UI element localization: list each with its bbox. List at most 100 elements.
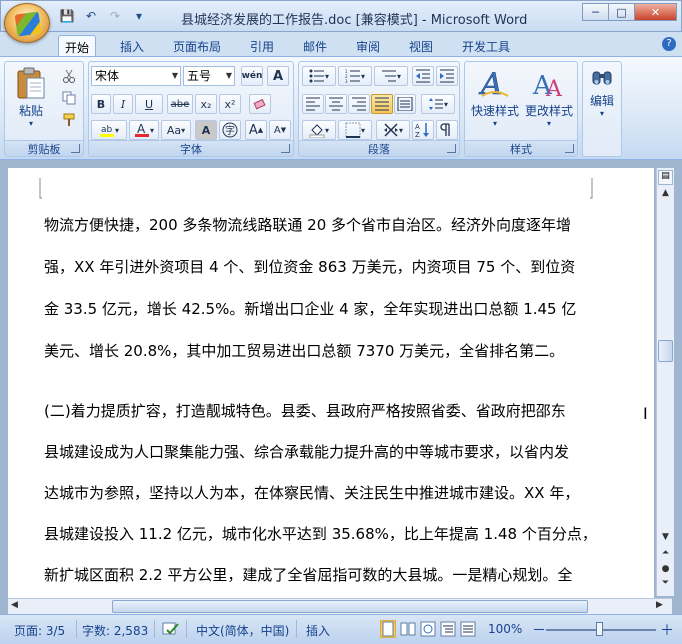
proofing-icon[interactable] <box>162 622 180 639</box>
maximize-button[interactable]: □ <box>608 3 635 21</box>
zoom-slider-thumb[interactable] <box>596 622 603 636</box>
clipboard-launcher-icon[interactable] <box>71 144 80 153</box>
highlight-icon: ab <box>99 125 114 137</box>
draft-view-icon[interactable] <box>460 620 476 641</box>
increase-indent-icon[interactable] <box>436 66 458 86</box>
clear-formatting-icon[interactable] <box>249 94 271 114</box>
char-shading-button[interactable]: A <box>195 120 217 140</box>
superscript-button[interactable]: x² <box>219 94 241 114</box>
shrink-font-button[interactable]: A ▼ <box>269 120 291 140</box>
font-color-button[interactable]: A ▾ <box>129 120 159 140</box>
grow-font-button[interactable]: A ▲ <box>245 120 267 140</box>
web-layout-icon[interactable] <box>420 620 436 641</box>
shading-button[interactable]: ▾ <box>302 120 336 140</box>
change-case-button[interactable]: Aa ▾ <box>161 120 191 140</box>
paste-button[interactable]: 粘贴 ▾ <box>11 66 51 128</box>
justify-icon[interactable] <box>371 94 393 114</box>
redo-icon[interactable]: ↷ <box>105 7 125 25</box>
paragraph-launcher-icon[interactable] <box>447 144 456 153</box>
show-marks-icon[interactable] <box>436 120 458 140</box>
change-styles-button[interactable]: A A 更改样式 ▾ <box>523 66 575 128</box>
underline-button[interactable]: U <box>135 94 163 114</box>
font-size-combo[interactable]: 五号 ▼ <box>183 66 235 86</box>
sort-icon[interactable]: AZ <box>412 120 434 140</box>
vertical-scrollbar[interactable]: ▤ ▲ ▼ ⏶ ● ⏷ <box>656 168 674 596</box>
doc-line: 物流方便快捷，200 多条物流线路联通 20 多个省市自治区。经济外向度逐年增 <box>44 216 572 234</box>
minimize-button[interactable]: ─ <box>582 3 609 21</box>
outline-view-icon[interactable] <box>440 620 456 641</box>
ribbon: 粘贴 ▾ 剪贴板 宋体▼ 五号▼ wén A B I U abe x₂ x² <box>0 56 682 160</box>
align-center-icon[interactable] <box>325 94 347 114</box>
decrease-indent-icon[interactable] <box>412 66 434 86</box>
strikethrough-button[interactable]: abe <box>167 94 193 114</box>
doc-line: 县城建设成为人口聚集能力强、综合承载能力提升高的中等城市要求，以省内发 <box>44 443 570 461</box>
office-button[interactable] <box>4 3 50 43</box>
doc-line: 金 33.5 亿元，增长 42.5%。新增出口企业 4 家，全年实现进出口总额 … <box>44 300 577 318</box>
italic-button[interactable]: I <box>113 94 133 114</box>
borders-button[interactable]: ▾ <box>338 120 372 140</box>
styles-group-label: 样式 <box>465 140 577 156</box>
language-indicator[interactable]: 中文(简体，中国) <box>196 622 289 639</box>
save-icon[interactable]: 💾 <box>57 7 77 25</box>
zoom-out-button[interactable]: － <box>532 620 546 640</box>
tab-insert[interactable]: 插入 <box>114 35 150 56</box>
document-page[interactable]: 物流方便快捷，200 多条物流线路联通 20 多个省市自治区。经济外向度逐年增 … <box>8 168 654 608</box>
tab-mailings[interactable]: 邮件 <box>297 35 333 56</box>
numbering-button[interactable]: 1 2 3 ▾ <box>338 66 372 86</box>
horizontal-scroll-thumb[interactable] <box>112 600 588 613</box>
tab-home[interactable]: 开始 <box>58 35 97 56</box>
insert-mode-indicator[interactable]: 插入 <box>306 622 330 639</box>
chinese-layout-button[interactable]: ▾ <box>376 120 410 140</box>
scroll-down-icon[interactable]: ▼ <box>657 532 674 542</box>
scroll-up-icon[interactable]: ▲ <box>657 188 674 198</box>
distributed-icon[interactable] <box>394 94 416 114</box>
phonetic-guide-button[interactable]: wén <box>241 66 263 86</box>
status-divider <box>76 620 77 638</box>
quick-styles-button[interactable]: A 快速样式 ▾ <box>469 66 521 128</box>
undo-icon[interactable]: ↶ <box>81 7 101 25</box>
vertical-scroll-thumb[interactable] <box>658 340 673 362</box>
multilevel-list-icon <box>381 70 396 82</box>
zoom-in-button[interactable]: ＋ <box>660 620 674 640</box>
horizontal-scrollbar[interactable]: ◀ ▶ <box>8 598 672 614</box>
styles-launcher-icon[interactable] <box>565 144 574 153</box>
bold-button[interactable]: B <box>91 94 111 114</box>
page-indicator[interactable]: 页面: 3/5 <box>14 622 65 639</box>
enclose-characters-button[interactable]: 字 <box>219 120 241 140</box>
bullets-button[interactable]: ▾ <box>302 66 336 86</box>
font-name-combo[interactable]: 宋体 ▼ <box>91 66 181 86</box>
next-page-icon[interactable]: ⏷ <box>657 578 674 588</box>
char-border-button[interactable]: A <box>267 66 289 86</box>
scroll-left-icon[interactable]: ◀ <box>11 600 18 610</box>
zoom-level[interactable]: 100% <box>488 622 522 636</box>
cut-icon[interactable] <box>59 66 79 86</box>
align-right-icon[interactable] <box>348 94 370 114</box>
tab-review[interactable]: 审阅 <box>350 35 386 56</box>
tab-view[interactable]: 视图 <box>403 35 439 56</box>
align-left-icon[interactable] <box>302 94 324 114</box>
tab-references[interactable]: 引用 <box>244 35 280 56</box>
word-count[interactable]: 字数: 2,583 <box>82 622 148 639</box>
format-painter-icon[interactable] <box>59 110 79 130</box>
scroll-right-icon[interactable]: ▶ <box>656 600 663 610</box>
tab-page-layout[interactable]: 页面布局 <box>167 35 227 56</box>
line-spacing-button[interactable]: ▾ <box>421 94 455 114</box>
customize-qat-icon[interactable]: ▾ <box>129 7 149 25</box>
highlight-color-button[interactable]: ab ▾ <box>91 120 127 140</box>
quick-styles-label: 快速样式 <box>470 104 519 118</box>
previous-page-icon[interactable]: ⏶ <box>657 548 674 558</box>
multilevel-list-button[interactable]: ▾ <box>374 66 408 86</box>
copy-icon[interactable] <box>59 88 79 108</box>
print-layout-icon[interactable] <box>379 619 397 641</box>
view-ruler-icon[interactable]: ▤ <box>658 170 673 185</box>
font-launcher-icon[interactable] <box>281 144 290 153</box>
browse-object-icon[interactable]: ● <box>657 564 674 574</box>
doc-line: 强，XX 年引进外资项目 4 个、到位资金 863 万美元，内资项目 75 个、… <box>44 258 576 276</box>
tab-developer[interactable]: 开发工具 <box>456 35 516 56</box>
close-button[interactable]: ✕ <box>634 3 677 21</box>
bullets-icon <box>309 69 324 83</box>
subscript-button[interactable]: x₂ <box>195 94 217 114</box>
help-icon[interactable]: ? <box>662 37 676 51</box>
editing-button[interactable]: 编辑 ▾ <box>584 66 620 118</box>
full-screen-reading-icon[interactable] <box>400 620 416 641</box>
